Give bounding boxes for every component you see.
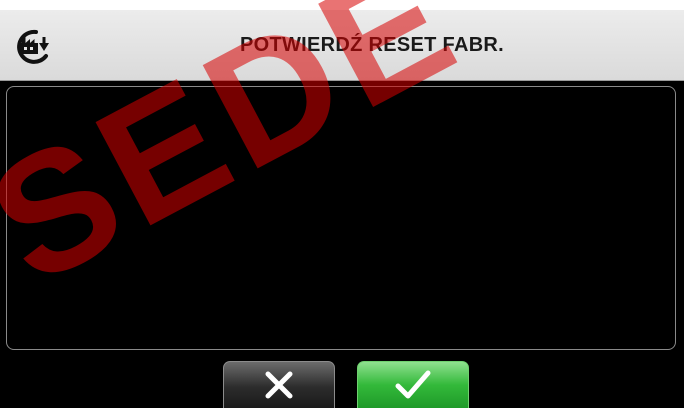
confirm-button[interactable] [357, 361, 469, 408]
page-title: POTWIERDŹ RESET FABR. [239, 34, 505, 56]
checkmark-icon [393, 368, 433, 402]
cancel-button[interactable] [223, 361, 335, 408]
dialog-header: POTWIERDŹ RESET FABR. [0, 10, 684, 81]
close-icon [262, 368, 296, 402]
dialog-content-area [6, 86, 676, 350]
top-strip [0, 0, 684, 10]
factory-reset-icon [12, 26, 54, 66]
